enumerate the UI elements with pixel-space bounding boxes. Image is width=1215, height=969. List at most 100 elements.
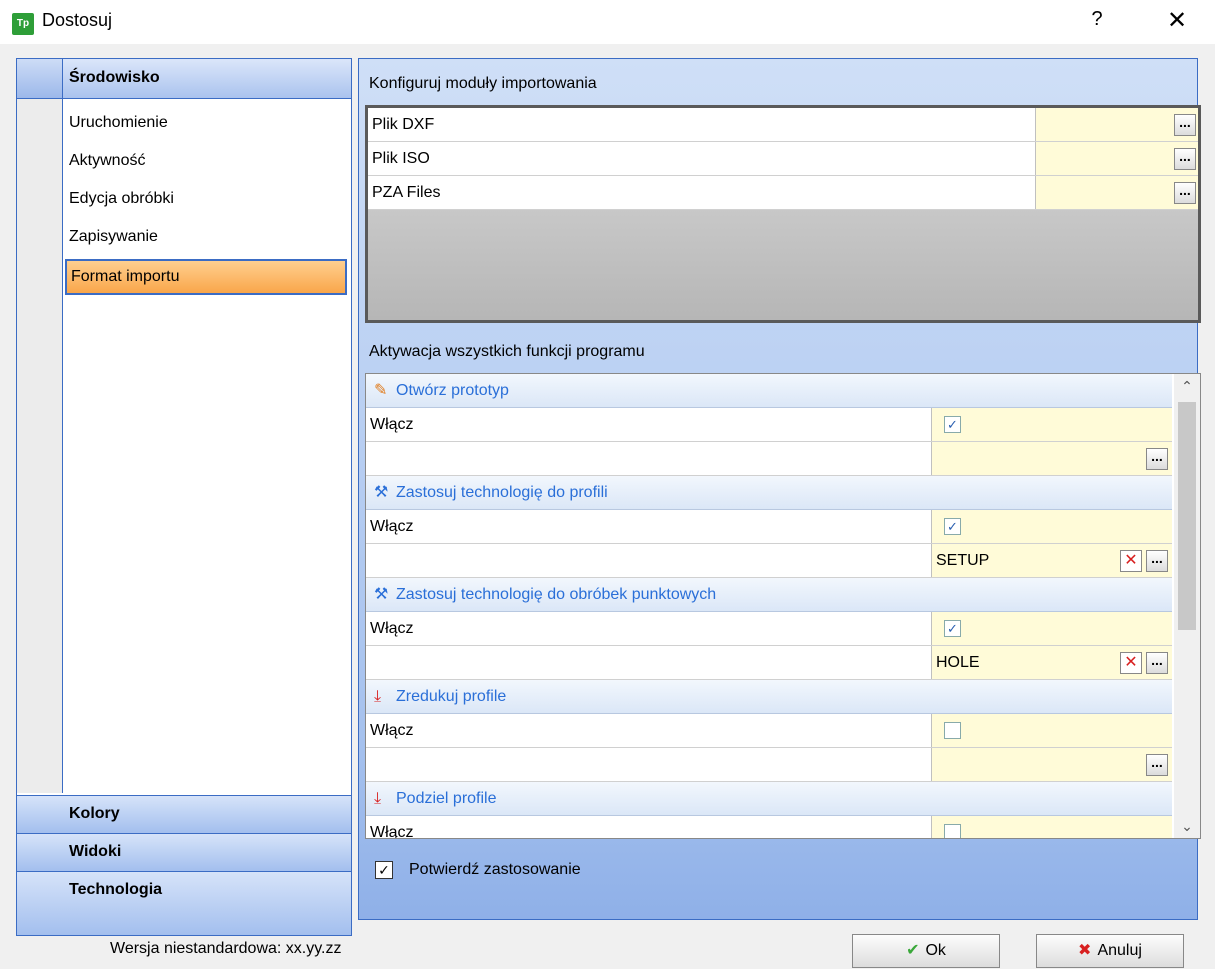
enable-value: ✓ xyxy=(932,510,1172,543)
value-row: ... xyxy=(366,748,1172,782)
cancel-label: Anuluj xyxy=(1097,942,1142,959)
value-field[interactable] xyxy=(932,442,1172,475)
status-bar: Wersja niestandardowa: xx.yy.zz ✔ Ok ✖ Anu… xyxy=(0,930,1215,969)
nav-header-label: Środowisko xyxy=(69,69,160,86)
ok-button[interactable]: ✔ Ok xyxy=(852,934,1000,968)
confirm-apply-label: Potwierdź zastosowanie xyxy=(409,861,581,878)
import-module-row: PZA Files ... xyxy=(368,176,1198,210)
nav-header-marker xyxy=(17,59,63,98)
browse-button[interactable]: ... xyxy=(1146,754,1168,776)
import-module-row: Plik DXF ... xyxy=(368,108,1198,142)
help-button[interactable]: ? xyxy=(1086,8,1108,36)
functions-title: Aktywacja wszystkich funkcji programu xyxy=(369,343,645,360)
enable-value xyxy=(932,714,1172,747)
section-apply-technology-profiles: ⚒ Zastosuj technologię do profili xyxy=(366,476,1172,510)
value-label xyxy=(366,442,932,475)
browse-button[interactable]: ... xyxy=(1146,550,1168,572)
browse-button[interactable]: ... xyxy=(1146,652,1168,674)
nav-section-label: Widoki xyxy=(69,843,122,860)
import-module-name: Plik ISO xyxy=(368,142,1036,175)
arrow-down-icon: ⤓ xyxy=(374,790,382,807)
enable-label: Włącz xyxy=(366,510,932,543)
browse-button[interactable]: ... xyxy=(1146,448,1168,470)
enable-row: Włącz ✓ xyxy=(366,612,1172,646)
nav-section-views[interactable]: Widoki xyxy=(17,833,351,871)
value-label xyxy=(366,646,932,679)
clear-button[interactable]: ✕ xyxy=(1120,652,1142,674)
browse-button[interactable]: ... xyxy=(1174,182,1196,204)
import-module-name: PZA Files xyxy=(368,176,1036,209)
enable-label: Włącz xyxy=(366,612,932,645)
nav-item-saving[interactable]: Zapisywanie xyxy=(65,219,347,255)
section-apply-technology-points: ⚒ Zastosuj technologię do obróbek punkto… xyxy=(366,578,1172,612)
nav-header-environment[interactable]: Środowisko xyxy=(17,59,351,99)
value-row: SETUP ✕ ... xyxy=(366,544,1172,578)
nav-item-startup[interactable]: Uruchomienie xyxy=(65,105,347,141)
hammer-icon: ⚒ xyxy=(374,586,389,603)
enable-value: ✓ xyxy=(932,612,1172,645)
import-module-row: Plik ISO ... xyxy=(368,142,1198,176)
value-row: HOLE ✕ ... xyxy=(366,646,1172,680)
import-modules-title: Konfiguruj moduły importowania xyxy=(369,75,597,92)
browse-button[interactable]: ... xyxy=(1174,148,1196,170)
enable-checkbox[interactable] xyxy=(944,722,961,739)
value-row: ... xyxy=(366,442,1172,476)
nav-item-import-format[interactable]: Format importu xyxy=(65,259,347,295)
scroll-down-icon[interactable]: ⌄ xyxy=(1174,814,1200,838)
section-split-profiles: ⤓ Podziel profile xyxy=(366,782,1172,816)
enable-value: ✓ xyxy=(932,408,1172,441)
enable-checkbox[interactable]: ✓ xyxy=(944,518,961,535)
nav-item-machining-edit[interactable]: Edycja obróbki xyxy=(65,181,347,217)
section-title: Zredukuj profile xyxy=(396,688,507,705)
title-bar: Tp Dostosuj ? ✕ xyxy=(0,0,1215,44)
confirm-apply-checkbox[interactable]: ✓ xyxy=(375,861,393,879)
enable-row: Włącz xyxy=(366,714,1172,748)
section-reduce-profiles: ⤓ Zredukuj profile xyxy=(366,680,1172,714)
arrow-down-icon: ⤓ xyxy=(374,688,382,705)
vertical-scrollbar[interactable]: ⌃ ⌄ xyxy=(1174,374,1200,838)
hammer-icon: ⚒ xyxy=(374,484,389,501)
section-title: Podziel profile xyxy=(396,790,497,807)
nav-item-activity[interactable]: Aktywność xyxy=(65,143,347,179)
dialog-window: Tp Dostosuj ? ✕ Środowisko Uruchomienie … xyxy=(0,0,1215,969)
value-label xyxy=(366,748,932,781)
app-icon: Tp xyxy=(12,13,34,35)
nav-section-label: Kolory xyxy=(69,805,120,822)
section-open-prototype: ✎ Otwórz prototyp xyxy=(366,374,1172,408)
scroll-thumb[interactable] xyxy=(1178,402,1196,630)
settings-panel: Konfiguruj moduły importowania Plik DXF … xyxy=(358,58,1201,920)
scroll-up-icon[interactable]: ⌃ xyxy=(1174,374,1200,398)
enable-row: Włącz xyxy=(366,816,1172,838)
window-title: Dostosuj xyxy=(42,10,113,30)
enable-checkbox[interactable]: ✓ xyxy=(944,416,961,433)
cancel-icon: ✖ xyxy=(1078,942,1092,959)
section-title: Zastosuj technologię do obróbek punktowy… xyxy=(396,586,717,603)
enable-label: Włącz xyxy=(366,408,932,441)
enable-checkbox[interactable]: ✓ xyxy=(944,620,961,637)
section-title: Otwórz prototyp xyxy=(396,382,509,399)
cancel-button[interactable]: ✖ Anuluj xyxy=(1036,934,1184,968)
browse-button[interactable]: ... xyxy=(1174,114,1196,136)
version-text: Wersja niestandardowa: xx.yy.zz xyxy=(110,940,342,957)
enable-row: Włącz ✓ xyxy=(366,408,1172,442)
nav-section-label: Technologia xyxy=(69,881,163,898)
nav-indent-stripe xyxy=(17,99,63,793)
value-field[interactable] xyxy=(932,748,1172,781)
clear-button[interactable]: ✕ xyxy=(1120,550,1142,572)
functions-grid: ✎ Otwórz prototyp Włącz ✓ ... ⚒ Zastosuj… xyxy=(365,373,1201,839)
close-button[interactable]: ✕ xyxy=(1160,6,1194,36)
enable-label: Włącz xyxy=(366,816,932,838)
enable-value xyxy=(932,816,1172,838)
value-label xyxy=(366,544,932,577)
ok-label: Ok xyxy=(925,942,946,959)
import-modules-grid: Plik DXF ... Plik ISO ... PZA Files ... xyxy=(365,105,1201,323)
nav-section-colors[interactable]: Kolory xyxy=(17,795,351,833)
checkmark-icon: ✔ xyxy=(906,942,920,959)
enable-row: Włącz ✓ xyxy=(366,510,1172,544)
pencil-icon: ✎ xyxy=(374,382,388,399)
enable-checkbox[interactable] xyxy=(944,824,961,838)
category-navigation: Środowisko Uruchomienie Aktywność Edycja… xyxy=(16,58,352,936)
section-title: Zastosuj technologię do profili xyxy=(396,484,608,501)
nav-section-technology[interactable]: Technologia xyxy=(17,871,351,935)
enable-label: Włącz xyxy=(366,714,932,747)
